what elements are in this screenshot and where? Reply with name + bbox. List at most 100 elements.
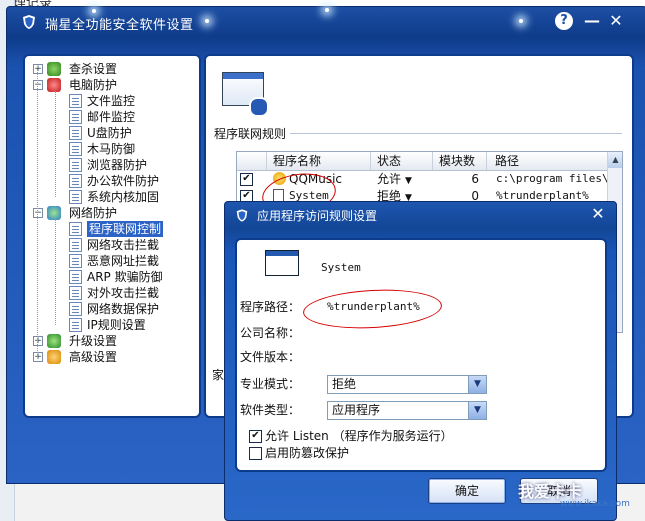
type-select[interactable]: 应用程序 ▼ xyxy=(327,401,487,420)
tree-item[interactable]: 木马防御 xyxy=(25,141,197,157)
section-divider xyxy=(290,133,622,134)
window-title: 瑞星全功能安全软件设置 xyxy=(45,18,194,33)
tree-item[interactable]: 文件监控 xyxy=(25,93,197,109)
program-name-display: System xyxy=(321,261,361,274)
mode-value: 拒绝 xyxy=(332,377,357,391)
ok-button[interactable]: 确定 xyxy=(428,478,506,504)
page-icon xyxy=(69,158,82,172)
tree-item-label: ARP 欺骗防御 xyxy=(87,270,163,284)
tree-item-label: 系统内核加固 xyxy=(87,190,160,204)
page-icon xyxy=(69,222,82,236)
category-icon xyxy=(47,78,61,92)
mode-select[interactable]: 拒绝 ▼ xyxy=(327,375,487,394)
status-cell[interactable]: 允许 ▼ xyxy=(377,171,433,187)
tree-item[interactable]: + 查杀设置 xyxy=(25,61,197,77)
header-check-column xyxy=(237,152,267,170)
header-modules[interactable]: 模块数 xyxy=(433,152,487,170)
tree-item[interactable]: − 网络防护 xyxy=(25,205,197,221)
row-checkbox[interactable]: ✔ xyxy=(240,173,253,186)
tree-item[interactable]: 网络数据保护 xyxy=(25,301,197,317)
version-label: 文件版本： xyxy=(240,350,301,364)
watermark-url: www.ikaka.com xyxy=(560,499,630,509)
expand-icon[interactable]: + xyxy=(33,352,43,362)
tree-item-label: 网络攻击拦截 xyxy=(87,238,160,252)
tamper-checkbox[interactable] xyxy=(249,447,262,460)
category-icon xyxy=(47,334,61,348)
chevron-down-icon[interactable]: ▼ xyxy=(468,376,486,393)
header-status[interactable]: 状态 xyxy=(371,152,433,170)
tree-item-label: 升级设置 xyxy=(69,334,118,348)
dialog-close-button[interactable]: ✕ xyxy=(589,205,607,223)
tree-item[interactable]: 浏览器防护 xyxy=(25,157,197,173)
header-path[interactable]: 路径 xyxy=(487,152,607,170)
tree-item-label: IP规则设置 xyxy=(87,318,146,332)
tree-item[interactable]: 办公软件防护 xyxy=(25,173,197,189)
collapse-icon[interactable]: − xyxy=(33,208,43,218)
expand-icon[interactable]: + xyxy=(33,64,43,74)
close-button[interactable]: ✕ xyxy=(607,12,625,30)
page-icon xyxy=(69,190,82,204)
header-name[interactable]: 程序名称 xyxy=(267,152,371,170)
sparkle-decoration xyxy=(92,9,96,13)
company-label: 公司名称： xyxy=(240,326,301,340)
tree-item[interactable]: ARP 欺骗防御 xyxy=(25,269,197,285)
tree-item-label: 网络数据保护 xyxy=(87,302,160,316)
tree-item-label: 木马防御 xyxy=(87,142,136,156)
tree-item[interactable]: + 高级设置 xyxy=(25,349,197,365)
help-button[interactable]: ? xyxy=(555,12,573,30)
page-icon xyxy=(69,110,82,124)
settings-tree: + 查杀设置 − 电脑防护文件监控邮件监控 U盘防护 木马防御浏览器防护 办公软件防护 系统内… xyxy=(23,54,201,418)
tree-item[interactable]: U盘防护 xyxy=(25,125,197,141)
tree-item-label: 文件监控 xyxy=(87,94,136,108)
expand-icon[interactable]: + xyxy=(33,336,43,346)
tree-item[interactable]: 恶意网址拦截 xyxy=(25,253,197,269)
tamper-label: 启用防篡改保护 xyxy=(265,446,350,460)
page-icon xyxy=(69,302,82,316)
tree-item-label: 浏览器防护 xyxy=(87,158,148,172)
tree-item[interactable]: IP规则设置 xyxy=(25,317,197,333)
page-icon xyxy=(69,318,82,332)
module-count: 6 xyxy=(471,172,479,186)
tree-item-label: 高级设置 xyxy=(69,350,118,364)
scroll-up-icon[interactable]: ▲ xyxy=(608,152,622,168)
page-icon xyxy=(69,270,82,284)
tree-item[interactable]: − 电脑防护 xyxy=(25,77,197,93)
dialog-content: System 程序路径： %trunderplant% 公司名称： 文件版本： … xyxy=(235,238,607,472)
page-icon xyxy=(69,238,82,252)
sparkle-decoration xyxy=(205,19,209,23)
sparkle-decoration xyxy=(519,19,523,23)
partial-label: 家 xyxy=(212,368,225,382)
rule-dialog: 应用程序访问规则设置 ✕ System 程序路径： %trunderplant%… xyxy=(224,201,617,521)
tree-guide-line xyxy=(55,91,56,197)
tree-item[interactable]: + 升级设置 xyxy=(25,333,197,349)
rising-logo-icon xyxy=(23,15,35,29)
tree-item-label: 程序联网控制 xyxy=(87,221,164,237)
category-icon xyxy=(47,62,61,76)
tree-item-label: 邮件监控 xyxy=(87,110,136,124)
tree-item-label: 恶意网址拦截 xyxy=(87,254,160,268)
collapse-icon[interactable]: − xyxy=(33,80,43,90)
tree-guide-line xyxy=(55,219,56,325)
page-icon xyxy=(69,286,82,300)
status-value: 允许 xyxy=(377,172,402,186)
tree-item[interactable]: 程序联网控制 xyxy=(25,221,197,237)
listen-checkbox[interactable]: ✔ xyxy=(249,430,262,443)
dialog-title: 应用程序访问规则设置 xyxy=(257,209,378,223)
tree-item-label: 网络防护 xyxy=(69,206,118,220)
minimize-button[interactable]: — xyxy=(583,12,601,30)
tree-item[interactable]: 系统内核加固 xyxy=(25,189,197,205)
sparkle-decoration xyxy=(325,8,329,12)
tree-item[interactable]: 邮件监控 xyxy=(25,109,197,125)
tree-item-label: 对外攻击拦截 xyxy=(87,286,160,300)
tree-item-label: 电脑防护 xyxy=(69,78,118,92)
type-label: 软件类型： xyxy=(240,403,301,417)
chevron-down-icon[interactable]: ▼ xyxy=(468,402,486,419)
path-label: 程序路径： xyxy=(240,300,301,314)
tree-item[interactable]: 网络攻击拦截 xyxy=(25,237,197,253)
dropdown-arrow-icon: ▼ xyxy=(405,176,412,186)
page-icon xyxy=(69,254,82,268)
type-value: 应用程序 xyxy=(332,403,381,417)
tree-item[interactable]: 对外攻击拦截 xyxy=(25,285,197,301)
category-icon xyxy=(47,206,61,220)
tree-item-label: 查杀设置 xyxy=(69,62,118,76)
